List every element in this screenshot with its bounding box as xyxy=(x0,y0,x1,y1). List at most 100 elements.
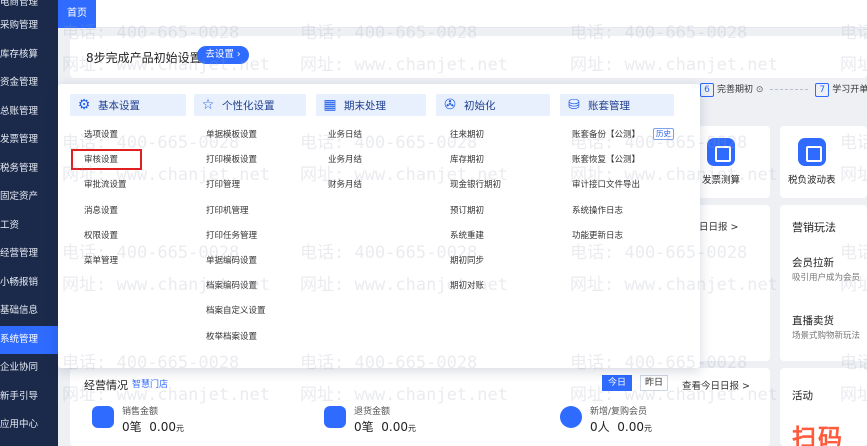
sidebar-item[interactable]: 库存核算 xyxy=(0,41,58,70)
menu-item[interactable]: 打印模板设置 xyxy=(206,153,257,165)
menu-item[interactable]: 打印任务管理 xyxy=(206,229,257,241)
calendar-icon: ▦ xyxy=(323,97,337,113)
menu-column-title: 初始化 xyxy=(464,100,496,112)
tab-home[interactable]: 首页 xyxy=(58,0,96,28)
go-setup-button[interactable]: 去设置 › xyxy=(197,46,249,64)
marketing-panel: 营销玩法 会员拉新 吸引用户成为会员 直播卖货 场景式购物新玩法 xyxy=(780,205,867,361)
step-number: 6 xyxy=(700,83,714,97)
member-heart-icon xyxy=(560,406,582,428)
metric-label: 销售金额 xyxy=(122,407,159,417)
sidebar-item[interactable]: 新手引导 xyxy=(0,383,58,412)
menu-item[interactable]: 现金银行期初 xyxy=(450,178,501,190)
marketing-item-sub: 吸引用户成为会员 xyxy=(792,273,861,283)
menu-column-title: 期末处理 xyxy=(344,100,386,112)
menu-item[interactable]: 账套备份【公测】 xyxy=(572,128,640,140)
menu-item[interactable]: 期初同步 xyxy=(450,254,484,266)
menu-column-title: 基本设置 xyxy=(98,100,140,112)
setup-banner: 8步完成产品初始设置 去设置 › xyxy=(70,36,867,78)
menu-item[interactable]: 期初对账 xyxy=(450,279,484,291)
menu-item[interactable]: 审计接口文件导出 xyxy=(572,178,640,190)
left-sidebar: 电商管理 采购管理 库存核算 资金管理 总账管理 发票管理 税务管理 固定资产 工资 经营管理 小畅… xyxy=(0,0,58,446)
sidebar-item[interactable]: 采购管理 xyxy=(0,12,58,41)
menu-item[interactable]: 档案自定义设置 xyxy=(206,304,266,316)
menu-item[interactable]: 单据编码设置 xyxy=(206,254,257,266)
highlight-box xyxy=(71,149,142,170)
menu-column-header: ✇ 初始化 xyxy=(436,94,550,116)
sidebar-item[interactable]: 经营管理 xyxy=(0,240,58,269)
metric-value: 0笔 0.00元 xyxy=(122,420,184,434)
invoice-icon xyxy=(707,138,735,166)
yesterday-toggle[interactable]: 昨日 xyxy=(640,375,668,391)
activity-banner[interactable]: 扫码 xyxy=(792,418,844,446)
sidebar-item[interactable]: 发票管理 xyxy=(0,126,58,155)
tool-label: 税负波动表 xyxy=(788,175,836,186)
tool-tax-fluctuation[interactable]: 税负波动表 xyxy=(788,138,836,186)
menu-item[interactable]: 库存期初 xyxy=(450,153,484,165)
menu-item[interactable]: 菜单管理 xyxy=(84,254,118,266)
sidebar-item[interactable]: 应用中心 xyxy=(0,411,58,440)
tool-invoice-calc[interactable]: 发票测算 xyxy=(702,138,740,186)
return-icon xyxy=(324,406,346,428)
menu-item[interactable]: 枚举档案设置 xyxy=(206,330,257,342)
menu-item[interactable]: 打印管理 xyxy=(206,178,240,190)
menu-item[interactable]: 账套恢复【公测】 xyxy=(572,153,640,165)
menu-column-title: 账套管理 xyxy=(588,100,630,112)
gear-icon: ⚙ xyxy=(77,97,91,113)
wrench-icon: ✇ xyxy=(444,97,456,113)
menu-item[interactable]: 往来期初 xyxy=(450,128,484,140)
sidebar-item[interactable]: 系统管理 xyxy=(0,325,58,354)
sidebar-item[interactable]: 基础信息 xyxy=(0,297,58,326)
menu-item[interactable]: 打印机管理 xyxy=(206,204,249,216)
sidebar-item[interactable]: 电商管理 xyxy=(0,0,58,12)
menu-column-header: ⛁ 账套管理 xyxy=(560,94,674,116)
sidebar-item[interactable]: 固定资产 xyxy=(0,183,58,212)
menu-item[interactable]: 消息设置 xyxy=(84,204,118,216)
today-toggle[interactable]: 今日 xyxy=(602,375,632,391)
menu-item[interactable]: 档案编码设置 xyxy=(206,279,257,291)
marketing-item-title[interactable]: 直播卖货 xyxy=(792,313,834,328)
sidebar-item[interactable]: 工资 xyxy=(0,212,58,241)
activity-panel: 活动 扫码 xyxy=(780,368,867,446)
menu-item[interactable]: 系统操作日志 xyxy=(572,204,623,216)
step-number: 7 xyxy=(815,83,830,97)
menu-column-header: ☆ 个性化设置 xyxy=(194,94,306,116)
menu-column-header: ⚙ 基本设置 xyxy=(70,94,186,116)
sidebar-item[interactable]: 资金管理 xyxy=(0,69,58,98)
menu-column-period-end: ▦ 期末处理 xyxy=(316,94,426,116)
menu-column-title: 个性化设置 xyxy=(222,100,275,112)
menu-item[interactable]: 选项设置 xyxy=(84,128,118,140)
menu-item[interactable]: 权限设置 xyxy=(84,229,118,241)
smart-store-badge[interactable]: 智慧门店 xyxy=(132,377,168,390)
wallet-icon xyxy=(92,406,114,428)
marketing-item-title[interactable]: 会员拉新 xyxy=(792,255,834,270)
history-tag[interactable]: 历史 xyxy=(653,128,674,140)
sidebar-item[interactable]: 总账管理 xyxy=(0,98,58,127)
sidebar-item[interactable]: 小畅报销 xyxy=(0,269,58,298)
menu-column-header: ▦ 期末处理 xyxy=(316,94,426,116)
menu-item[interactable]: 预订期初 xyxy=(450,204,484,216)
menu-item[interactable]: 业务月结 xyxy=(328,153,362,165)
business-overview: 经营情况 智慧门店 今日 昨日 查看今日日报 > 销售金额 0笔 0.00元 退… xyxy=(70,368,770,446)
system-management-menu: ⚙ 基本设置 ☆ 个性化设置 ▦ 期末处理 ✇ 初始化 ⛁ 账套管理 选项设置审… xyxy=(58,84,700,368)
metric-label: 新增/复购会员 xyxy=(590,407,648,417)
menu-column-basic: ⚙ 基本设置 xyxy=(70,94,186,116)
menu-item[interactable]: 业务日结 xyxy=(328,128,362,140)
sidebar-item[interactable]: 税务管理 xyxy=(0,155,58,184)
tools-panel-2: 税负波动表 xyxy=(780,126,867,198)
menu-column-personalize: ☆ 个性化设置 xyxy=(194,94,306,116)
menu-item[interactable]: 审批流设置 xyxy=(84,178,127,190)
tool-label: 发票测算 xyxy=(702,175,741,186)
sidebar-item[interactable]: 企业协同 xyxy=(0,354,58,383)
menu-item[interactable]: 单据模板设置 xyxy=(206,128,257,140)
view-daily-report-link[interactable]: 查看今日日报 > xyxy=(682,378,750,392)
menu-item[interactable]: 财务月结 xyxy=(328,178,362,190)
top-tab-bar: 首页 xyxy=(58,0,867,28)
step-label[interactable]: 学习开单 xyxy=(832,85,867,95)
step-label[interactable]: 完善期初 xyxy=(717,85,753,95)
tax-chart-icon xyxy=(797,138,826,166)
menu-item[interactable]: 系统重建 xyxy=(450,229,484,241)
activity-title: 活动 xyxy=(792,390,813,402)
menu-item[interactable]: 功能更新日志 xyxy=(572,229,623,241)
metric-label: 退货金额 xyxy=(354,407,391,417)
database-icon: ⛁ xyxy=(568,97,580,113)
